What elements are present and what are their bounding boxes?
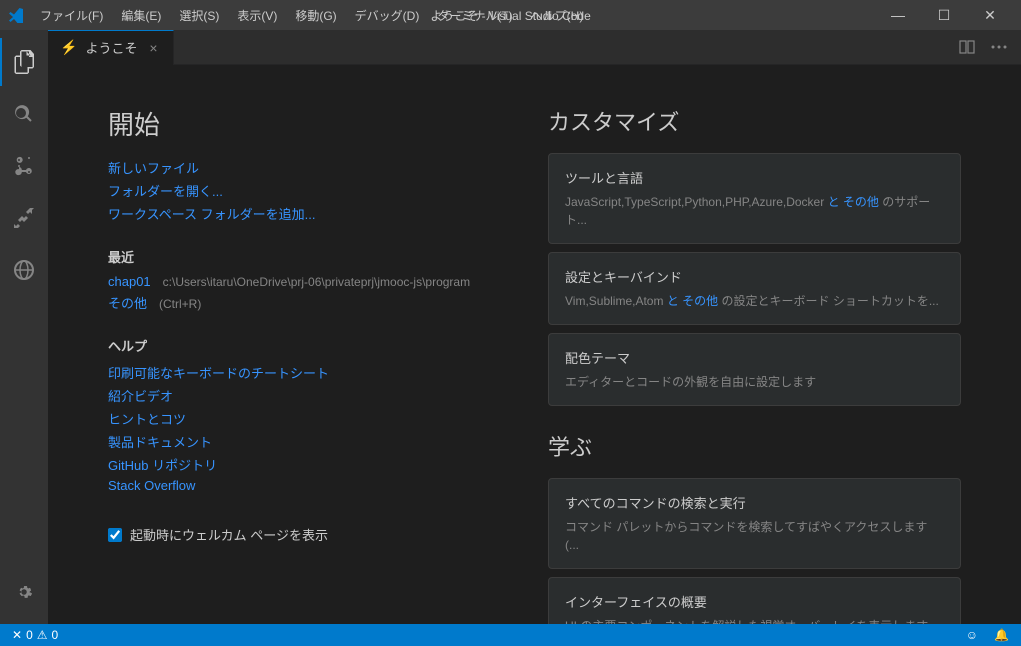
card-tools-desc-prefix: JavaScript,TypeScript,Python,PHP,Azure,D…	[565, 195, 824, 209]
card-color-title: 配色テーマ	[565, 348, 944, 367]
tab-bar: ⚡ ようこそ ×	[48, 30, 1021, 65]
menu-file[interactable]: ファイル(F)	[32, 3, 111, 28]
more-actions-button[interactable]	[985, 33, 1013, 61]
recent-other-shortcut: (Ctrl+R)	[159, 297, 201, 311]
open-folder-link[interactable]: フォルダーを開く...	[108, 181, 488, 200]
activity-scm[interactable]	[0, 142, 48, 190]
card-settings-desc: Vim,Sublime,Atom と その他 の設定とキーボード ショートカット…	[565, 292, 944, 310]
help-stackoverflow-link[interactable]: Stack Overflow	[108, 478, 488, 493]
activity-settings[interactable]	[0, 568, 48, 616]
card-tools-title: ツールと言語	[565, 168, 944, 187]
welcome-tab[interactable]: ⚡ ようこそ ×	[48, 30, 174, 65]
close-button[interactable]: ✕	[967, 0, 1013, 30]
recent-other-link[interactable]: その他	[108, 293, 147, 312]
more-actions-icon	[991, 39, 1007, 55]
titlebar: ファイル(F) 編集(E) 選択(S) 表示(V) 移動(G) デバッグ(D) …	[0, 0, 1021, 30]
tab-close-button[interactable]: ×	[145, 40, 161, 56]
help-tips-link[interactable]: ヒントとコツ	[108, 409, 488, 428]
extensions-icon	[12, 206, 36, 230]
minimize-button[interactable]: —	[875, 0, 921, 30]
recent-chap01-path: c:\Users\itaru\OneDrive\prj-06\privatepr…	[163, 275, 470, 289]
maximize-button[interactable]: ☐	[921, 0, 967, 30]
content-area: ⚡ ようこそ ×	[48, 30, 1021, 624]
help-github-link[interactable]: GitHub リポジトリ	[108, 455, 488, 474]
recent-item-other: その他 (Ctrl+R)	[108, 293, 488, 312]
help-title: ヘルプ	[108, 336, 488, 355]
startup-checkbox-label: 起動時にウェルカム ページを表示	[130, 525, 328, 544]
help-video-link[interactable]: 紹介ビデオ	[108, 386, 488, 405]
activity-bar	[0, 30, 48, 624]
left-column: 開始 新しいファイル フォルダーを開く... ワークスペース フォルダーを追加.…	[108, 105, 488, 584]
start-title: 開始	[108, 105, 488, 142]
menu-debug[interactable]: デバッグ(D)	[347, 3, 428, 28]
card-interface-title: インターフェイスの概要	[565, 592, 944, 611]
activity-search[interactable]	[0, 90, 48, 138]
error-count: 0	[26, 628, 33, 642]
status-feedback[interactable]: ☺	[962, 628, 982, 642]
activity-extensions[interactable]	[0, 194, 48, 242]
settings-icon	[13, 581, 35, 603]
tab-label: ようこそ	[85, 38, 137, 57]
welcome-page: 開始 新しいファイル フォルダーを開く... ワークスペース フォルダーを追加.…	[48, 65, 1021, 624]
tab-actions	[953, 33, 1021, 61]
card-color-desc: エディターとコードの外観を自由に設定します	[565, 373, 944, 391]
startup-checkbox-area: 起動時にウェルカム ページを表示	[108, 525, 488, 544]
help-docs-link[interactable]: 製品ドキュメント	[108, 432, 488, 451]
menu-go[interactable]: 移動(G)	[287, 3, 344, 28]
error-icon: ✕	[12, 628, 22, 642]
titlebar-title: ようこそ - Visual Studio Code	[430, 7, 591, 24]
card-tools-desc-link: と その他	[824, 195, 882, 209]
card-tools-desc: JavaScript,TypeScript,Python,PHP,Azure,D…	[565, 193, 944, 229]
menu-select[interactable]: 選択(S)	[171, 3, 227, 28]
status-notifications[interactable]: 🔔	[990, 628, 1013, 642]
card-settings-title: 設定とキーバインド	[565, 267, 944, 286]
status-left: ✕ 0 ⚠ 0	[8, 628, 62, 642]
main-container: ⚡ ようこそ ×	[0, 30, 1021, 624]
warning-count: 0	[52, 628, 59, 642]
recent-title: 最近	[108, 247, 488, 266]
status-errors[interactable]: ✕ 0 ⚠ 0	[8, 628, 62, 642]
search-icon	[12, 102, 36, 126]
card-commands-desc: コマンド パレットからコマンドを検索してすばやくアクセスします (...	[565, 518, 944, 554]
recent-chap01-link[interactable]: chap01	[108, 274, 151, 289]
card-tools-languages[interactable]: ツールと言語 JavaScript,TypeScript,Python,PHP,…	[548, 153, 961, 244]
card-commands-title: すべてのコマンドの検索と実行	[565, 493, 944, 512]
card-interface-desc: UI の主要コンポーネントを解説した視覚オーバーレイを表示します	[565, 617, 944, 624]
activity-explorer[interactable]	[0, 38, 48, 86]
vscode-logo	[8, 7, 24, 23]
card-settings-desc-prefix: Vim,Sublime,Atom	[565, 294, 663, 308]
card-settings-desc-suffix: の設定とキーボード ショートカットを...	[722, 294, 939, 308]
card-interface[interactable]: インターフェイスの概要 UI の主要コンポーネントを解説した視覚オーバーレイを表…	[548, 577, 961, 624]
activity-remote[interactable]	[0, 246, 48, 294]
status-right: ☺ 🔔	[962, 628, 1013, 642]
new-file-link[interactable]: 新しいファイル	[108, 158, 488, 177]
remote-icon	[12, 258, 36, 282]
warning-icon: ⚠	[37, 628, 48, 642]
bell-icon: 🔔	[994, 628, 1009, 642]
startup-checkbox[interactable]	[108, 528, 122, 542]
tab-icon: ⚡	[60, 39, 77, 56]
titlebar-controls: — ☐ ✕	[875, 0, 1013, 30]
recent-item-chap01: chap01 c:\Users\itaru\OneDrive\prj-06\pr…	[108, 274, 488, 289]
help-keyboard-link[interactable]: 印刷可能なキーボードのチートシート	[108, 363, 488, 382]
customize-title: カスタマイズ	[548, 105, 961, 137]
smiley-icon: ☺	[966, 628, 978, 642]
add-workspace-link[interactable]: ワークスペース フォルダーを追加...	[108, 204, 488, 223]
card-settings-keybindings[interactable]: 設定とキーバインド Vim,Sublime,Atom と その他 の設定とキーボ…	[548, 252, 961, 325]
status-bar: ✕ 0 ⚠ 0 ☺ 🔔	[0, 624, 1021, 646]
source-control-icon	[12, 154, 36, 178]
card-settings-desc-link: と その他	[663, 294, 721, 308]
explorer-icon	[13, 50, 37, 74]
card-commands[interactable]: すべてのコマンドの検索と実行 コマンド パレットからコマンドを検索してすばやくア…	[548, 478, 961, 569]
card-color-theme[interactable]: 配色テーマ エディターとコードの外観を自由に設定します	[548, 333, 961, 406]
split-editor-button[interactable]	[953, 33, 981, 61]
menu-edit[interactable]: 編集(E)	[113, 3, 169, 28]
split-editor-icon	[959, 39, 975, 55]
right-column: カスタマイズ ツールと言語 JavaScript,TypeScript,Pyth…	[548, 105, 961, 584]
learn-title: 学ぶ	[548, 430, 961, 462]
menu-view[interactable]: 表示(V)	[229, 3, 285, 28]
